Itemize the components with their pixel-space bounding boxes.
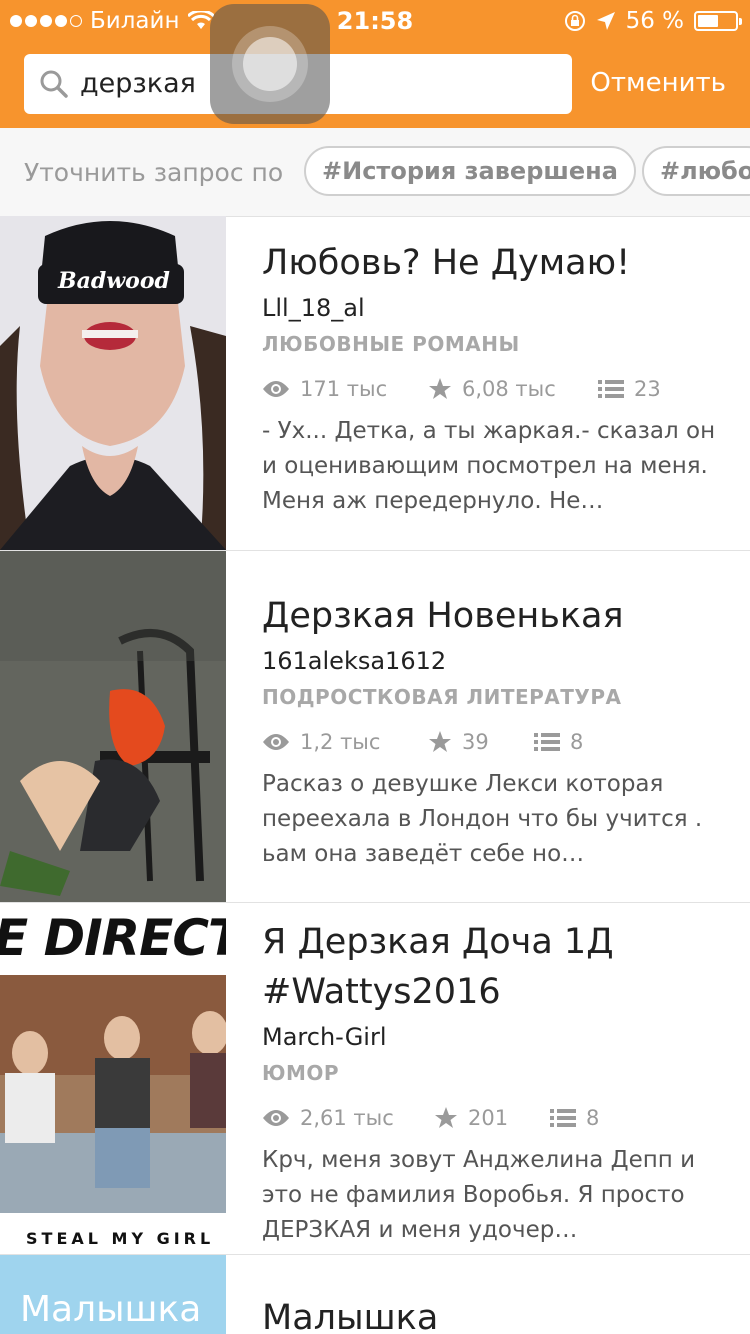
story-cover[interactable]: E DIRECT STEAL MY GIRL [0,903,226,1254]
story-stats: 171 тыс 6,08 тыс 23 [262,372,732,406]
star-icon [429,731,451,752]
rotation-lock-icon [564,11,585,31]
story-list-item[interactable]: Дерзкая Новенькая 161aleksa1612 ПОДРОСТК… [0,551,750,903]
eye-icon [263,381,289,397]
refine-label: Уточнить запрос по [24,158,284,187]
location-icon [596,12,615,30]
story-genre: ЮМОР [262,1061,340,1085]
tag-chip-love[interactable]: #любо [642,146,750,196]
cover-banner-text: E DIRECT [0,909,226,967]
story-cover[interactable]: Малышка [0,1255,226,1334]
votes-count: 201 [468,1106,509,1130]
star-icon [435,1107,457,1128]
reads-count: 171 тыс [300,377,388,401]
story-description: Расказ о девушке Лекси которая переехала… [262,771,703,867]
story-list-item[interactable]: Малышка Малышка [0,1255,750,1334]
battery-percent: 56 % [625,8,684,34]
story-stats: 1,2 тыс 39 8 [262,725,732,759]
story-list-item[interactable]: Badwood Любовь? Не Думаю! Lll_18_al ЛЮБО… [0,216,750,551]
parts-list-icon [534,733,560,751]
cover-title-text: Малышка [20,1289,202,1330]
search-icon [40,70,68,98]
story-author[interactable]: Lll_18_al [262,294,732,322]
parts-list-icon [598,380,624,398]
cancel-button[interactable]: Отменить [590,68,726,98]
status-bar: Билайн 21:58 56 % [0,0,750,42]
story-stats: 2,61 тыс 201 8 [262,1101,732,1135]
story-title[interactable]: Дерзкая Новенькая [262,591,732,641]
story-description: - Ух... Детка, а ты жаркая.- сказал он и… [262,418,716,514]
assistive-touch-button[interactable] [210,4,330,124]
story-genre: ЛЮБОВНЫЕ РОМАНЫ [262,332,520,356]
parts-list-icon [550,1109,576,1127]
reads-count: 2,61 тыс [300,1106,394,1130]
votes-count: 39 [462,730,489,754]
story-list-item[interactable]: E DIRECT STEAL MY GIRL Я Дерзкая Доча 1Д… [0,903,750,1255]
story-genre: ПОДРОСТКОВАЯ ЛИТЕРАТУРА [262,685,622,709]
eye-icon [263,734,289,750]
parts-count: 8 [570,730,584,754]
story-cover[interactable] [0,551,226,902]
app-header: Билайн 21:58 56 % дерзкая Отменить [0,0,750,128]
story-author[interactable]: March-Girl [262,1023,732,1051]
votes-count: 6,08 тыс [462,377,556,401]
parts-count: 23 [634,377,661,401]
story-description: Крч, меня зовут Анджелина Депп и это не … [262,1147,696,1243]
cover-footer-text: STEAL MY GIRL [26,1229,215,1248]
search-query: дерзкая [80,68,196,99]
story-title[interactable]: Я Дерзкая Доча 1Д #Wattys2016 [262,917,732,1017]
eye-icon [263,1110,289,1126]
parts-count: 8 [586,1106,600,1130]
story-title[interactable]: Малышка [262,1293,732,1334]
story-author[interactable]: 161aleksa1612 [262,647,732,675]
reads-count: 1,2 тыс [300,730,381,754]
story-cover[interactable]: Badwood [0,216,226,550]
cover-title-text: Badwood [58,268,170,294]
story-title[interactable]: Любовь? Не Думаю! [262,238,732,288]
tag-chip-completed[interactable]: #История завершена [304,146,636,196]
star-icon [429,378,451,399]
battery-icon [694,11,742,31]
refine-filter-bar: Уточнить запрос по #История завершена #л… [0,128,750,217]
